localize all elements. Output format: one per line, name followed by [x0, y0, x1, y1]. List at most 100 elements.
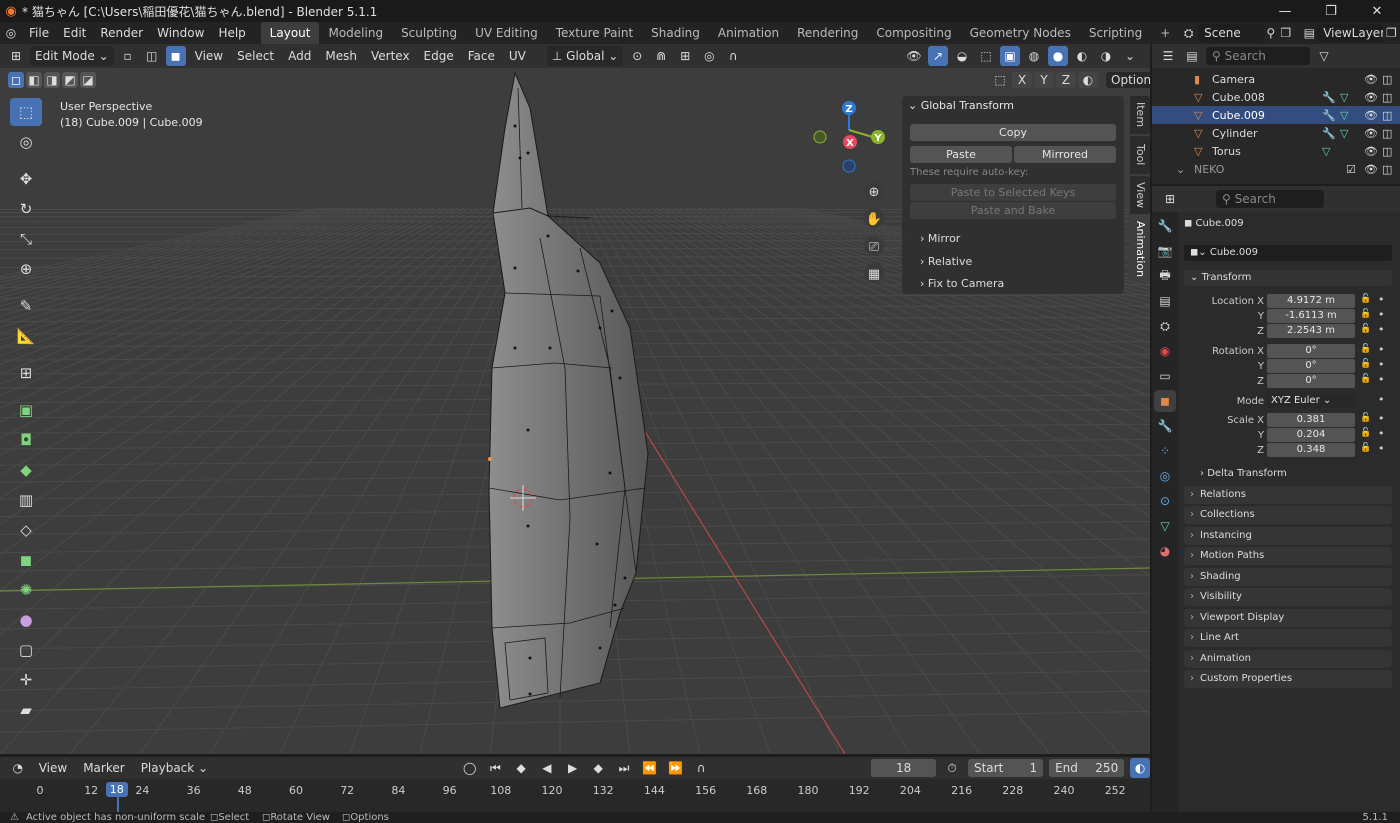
timeline[interactable]: 0 12 18 24 36 48 60 72 84 96 108 120 132 144 156 168 180… — [0, 779, 1150, 812]
tab-sculpting[interactable]: Sculpting — [392, 22, 466, 44]
edge-select-icon[interactable]: ◫ — [142, 46, 162, 66]
loop-cut-tool-icon[interactable]: ▥ — [10, 486, 42, 514]
keyframe-dot-icon[interactable]: • — [1378, 323, 1385, 336]
section-collections[interactable]: Collections — [1184, 506, 1392, 524]
global-transform-header[interactable]: ⌄ Global Transform — [908, 99, 1014, 112]
select-new-icon[interactable]: ◻ — [8, 72, 24, 88]
face-select-icon[interactable]: ◼ — [165, 46, 186, 66]
menu-uv[interactable]: UV — [504, 46, 531, 66]
constraints-tab-icon[interactable]: ⊙ — [1154, 490, 1176, 512]
render-icon[interactable]: ◫ — [1382, 73, 1400, 86]
keyframe-dot-icon[interactable]: • — [1378, 358, 1385, 371]
eye-icon[interactable]: 👁 — [1364, 145, 1382, 158]
outliner-search[interactable]: ⚲ Search — [1206, 47, 1310, 65]
menu-edge[interactable]: Edge — [419, 46, 459, 66]
eye-icon[interactable]: 👁 — [1364, 163, 1382, 176]
inset-tool-icon[interactable]: ◘ — [10, 426, 42, 454]
end-frame-field[interactable]: End 250 — [1049, 759, 1125, 777]
rotation-x-field[interactable]: 0° — [1267, 344, 1355, 358]
extrude-tool-icon[interactable]: ▣ — [10, 396, 42, 424]
section-shading[interactable]: Shading — [1184, 568, 1392, 586]
lock-icon[interactable]: 🔓 — [1360, 443, 1371, 453]
select-intersect-icon[interactable]: ◪ — [80, 72, 96, 88]
lock-icon[interactable]: 🔓 — [1360, 359, 1371, 369]
fix-to-camera-subpanel[interactable]: › Fix to Camera — [920, 277, 1004, 290]
tab-animation-panel[interactable]: Animation — [1130, 216, 1150, 282]
modifier-tab-icon[interactable]: 🔧 — [1154, 415, 1176, 437]
lock-icon[interactable]: 🔓 — [1360, 344, 1371, 354]
jump-end-icon[interactable]: ⏭ — [614, 758, 634, 778]
preview-range-icon[interactable]: ⏱ — [942, 758, 962, 778]
mirrored-button[interactable]: Mirrored — [1014, 146, 1116, 163]
eye-icon[interactable]: 👁 — [1364, 127, 1382, 140]
menu-select[interactable]: Select — [232, 46, 279, 66]
timeline-editor-icon[interactable]: ◔ — [8, 758, 28, 778]
outliner-row-camera[interactable]: ▮ Camera 👁 ◫ — [1152, 70, 1400, 88]
outliner-row-neko[interactable]: ⌄ NEKO ☑ 👁 ◫ — [1152, 160, 1400, 178]
annotate-tool-icon[interactable]: ✎ — [10, 292, 42, 320]
tab-geometry-nodes[interactable]: Geometry Nodes — [961, 22, 1080, 44]
section-line-art[interactable]: Line Art — [1184, 629, 1392, 647]
paste-button[interactable]: Paste — [910, 146, 1012, 163]
add-workspace-button[interactable]: + — [1151, 22, 1179, 44]
start-frame-field[interactable]: Start 1 — [967, 759, 1044, 777]
section-custom-properties[interactable]: Custom Properties — [1184, 670, 1392, 688]
blender-menu-icon[interactable]: ◎ — [0, 26, 22, 40]
menu-file[interactable]: File — [22, 22, 56, 44]
properties-editor-icon[interactable]: ⊞ — [1160, 189, 1180, 209]
menu-help[interactable]: Help — [211, 22, 252, 44]
select-subtract-icon[interactable]: ◨ — [44, 72, 60, 88]
solid-shading-icon[interactable]: ● — [1048, 46, 1068, 66]
section-motion-paths[interactable]: Motion Paths — [1184, 547, 1392, 565]
outliner-editor-icon[interactable]: ☰ — [1158, 46, 1178, 66]
menu-mesh[interactable]: Mesh — [320, 46, 362, 66]
copy-button[interactable]: Copy — [910, 124, 1116, 141]
lock-icon[interactable]: 🔓 — [1360, 309, 1371, 319]
keyframe-dot-icon[interactable]: • — [1378, 393, 1385, 406]
rotation-mode-dropdown[interactable]: XYZ Euler ⌄ — [1267, 394, 1355, 408]
overlay-toggle-icon[interactable]: ◒ — [952, 46, 972, 66]
proportional-edit-icon[interactable]: ◎ — [699, 46, 719, 66]
snap-target-icon[interactable]: ⊞ — [675, 46, 695, 66]
location-z-field[interactable]: 2.2543 m — [1267, 324, 1355, 338]
scale-tool-icon[interactable]: ⤡ — [10, 225, 42, 253]
keying-icon[interactable]: ∩ — [691, 758, 711, 778]
scene-selector[interactable]: Scene — [1198, 24, 1264, 42]
auto-merge-icon[interactable]: ◐ — [1078, 72, 1098, 88]
falloff-icon[interactable]: ∩ — [723, 46, 743, 66]
timeline-menu-playback[interactable]: Playback ⌄ — [136, 758, 213, 778]
close-icon[interactable]: ✕ — [1354, 4, 1400, 19]
gizmo-toggle-icon[interactable]: ↗ — [928, 46, 948, 66]
view-layer-icon[interactable]: ▤ — [1301, 26, 1317, 40]
paste-selected-keys-button[interactable]: Paste to Selected Keys — [910, 184, 1116, 201]
outliner-row-cylinder[interactable]: ▽ Cylinder 🔧 ▽ 👁 ◫ — [1152, 124, 1400, 142]
render-icon[interactable]: ◫ — [1382, 127, 1400, 140]
shear-tool-icon[interactable]: ▰ — [10, 696, 42, 724]
select-invert-icon[interactable]: ◩ — [62, 72, 78, 88]
tab-uv-editing[interactable]: UV Editing — [466, 22, 547, 44]
view-layer-selector[interactable]: ViewLayer — [1317, 24, 1383, 42]
play-icon[interactable]: ▶ — [563, 758, 583, 778]
keyframe-dot-icon[interactable]: • — [1378, 373, 1385, 386]
rotation-y-field[interactable]: 0° — [1267, 359, 1355, 373]
section-relations[interactable]: Relations — [1184, 486, 1392, 504]
jump-keyframe-back-icon[interactable]: ◆ — [511, 758, 531, 778]
outliner-row-cube009[interactable]: ▽ Cube.009 🔧 ▽ 👁 ◫ — [1152, 106, 1400, 124]
select-extend-icon[interactable]: ◧ — [26, 72, 42, 88]
wireframe-shading-icon[interactable]: ◍ — [1024, 46, 1044, 66]
collection-tab-icon[interactable]: ▭ — [1154, 365, 1176, 387]
outliner-row-torus[interactable]: ▽ Torus ▽ 👁 ◫ — [1152, 142, 1400, 160]
material-tab-icon[interactable]: ◕ — [1154, 540, 1176, 562]
render-icon[interactable]: ◫ — [1382, 91, 1400, 104]
keyframe-dot-icon[interactable]: • — [1378, 343, 1385, 356]
visibility-icon[interactable]: 👁 — [904, 46, 924, 66]
lock-icon[interactable]: 🔓 — [1360, 413, 1371, 423]
world-tab-icon[interactable]: ◉ — [1154, 340, 1176, 362]
jump-keyframe-forward-icon[interactable]: ◆ — [588, 758, 608, 778]
menu-add[interactable]: Add — [283, 46, 316, 66]
tab-compositing[interactable]: Compositing — [867, 22, 960, 44]
select-box-tool-icon[interactable]: ⬚ — [10, 98, 42, 126]
tab-scripting[interactable]: Scripting — [1080, 22, 1151, 44]
scene-tab-icon[interactable]: ⛭ — [1154, 315, 1176, 337]
record-icon[interactable]: ◯ — [460, 758, 480, 778]
